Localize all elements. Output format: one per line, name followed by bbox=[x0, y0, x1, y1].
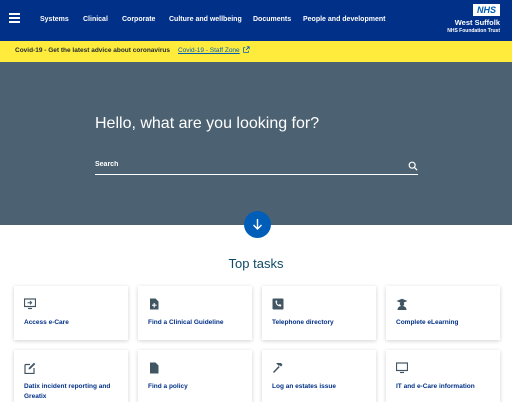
task-card-label: Log an estates issue bbox=[272, 383, 336, 390]
task-card-access-e-care[interactable]: Access e-Care bbox=[14, 286, 128, 340]
nhs-logo[interactable]: NHS bbox=[473, 4, 500, 16]
task-card-label: Find a Clinical Guideline bbox=[148, 319, 224, 326]
task-card-find-clinical-guideline[interactable]: Find a Clinical Guideline bbox=[138, 286, 252, 340]
nav-link-people-and-development[interactable]: People and development bbox=[303, 16, 385, 23]
top-tasks-title: Top tasks bbox=[228, 256, 284, 271]
document-plus-icon bbox=[150, 298, 159, 310]
alert-text: Covid-19 - Get the latest advice about c… bbox=[15, 47, 170, 54]
task-card-label: IT and e-Care information bbox=[396, 383, 475, 390]
task-card-find-a-policy[interactable]: Find a policy bbox=[138, 350, 252, 402]
hero-title: Hello, what are you looking for? bbox=[95, 115, 320, 132]
document-icon bbox=[150, 362, 159, 374]
edit-icon bbox=[24, 362, 36, 374]
staff-zone-link[interactable]: Covid-19 - Staff Zone bbox=[178, 47, 240, 54]
nav-link-systems[interactable]: Systems bbox=[40, 16, 69, 23]
task-card-label: Datix incident reporting and Greatix bbox=[24, 383, 111, 400]
covid-alert-bar: Covid-19 - Get the latest advice about c… bbox=[0, 41, 512, 62]
task-card-datix-incident-reporting[interactable]: Datix incident reporting and Greatix bbox=[14, 350, 128, 402]
task-card-label: Access e-Care bbox=[24, 319, 69, 326]
search-icon[interactable] bbox=[408, 161, 418, 171]
scroll-down-button[interactable] bbox=[244, 211, 271, 238]
task-card-telephone-directory[interactable]: Telephone directory bbox=[262, 286, 376, 340]
nav-link-corporate[interactable]: Corporate bbox=[122, 16, 155, 23]
menu-icon[interactable] bbox=[9, 13, 20, 23]
org-subtitle: NHS Foundation Trust bbox=[447, 28, 500, 34]
graduate-icon bbox=[396, 298, 408, 310]
top-navigation: Systems Clinical Corporate Culture and w… bbox=[0, 0, 512, 41]
monitor-arrow-icon bbox=[24, 298, 36, 310]
task-card-label: Complete eLearning bbox=[396, 319, 459, 326]
task-card-log-estates-issue[interactable]: Log an estates issue bbox=[262, 350, 376, 402]
task-card-it-e-care-information[interactable]: IT and e-Care information bbox=[386, 350, 500, 402]
task-card-label: Telephone directory bbox=[272, 319, 334, 326]
hammer-icon bbox=[273, 363, 283, 373]
hero-banner bbox=[0, 62, 512, 225]
nav-link-culture-and-wellbeing[interactable]: Culture and wellbeing bbox=[169, 16, 242, 23]
arrow-down-icon bbox=[253, 219, 262, 230]
nav-link-documents[interactable]: Documents bbox=[253, 16, 291, 23]
task-card-complete-elearning[interactable]: Complete eLearning bbox=[386, 286, 500, 340]
phone-icon bbox=[272, 298, 284, 310]
monitor-icon bbox=[396, 362, 408, 374]
external-link-icon bbox=[243, 46, 250, 53]
search-input[interactable] bbox=[95, 155, 418, 175]
org-name: West Suffolk bbox=[454, 18, 500, 27]
task-card-label: Find a policy bbox=[148, 383, 188, 390]
nav-link-clinical[interactable]: Clinical bbox=[83, 16, 108, 23]
